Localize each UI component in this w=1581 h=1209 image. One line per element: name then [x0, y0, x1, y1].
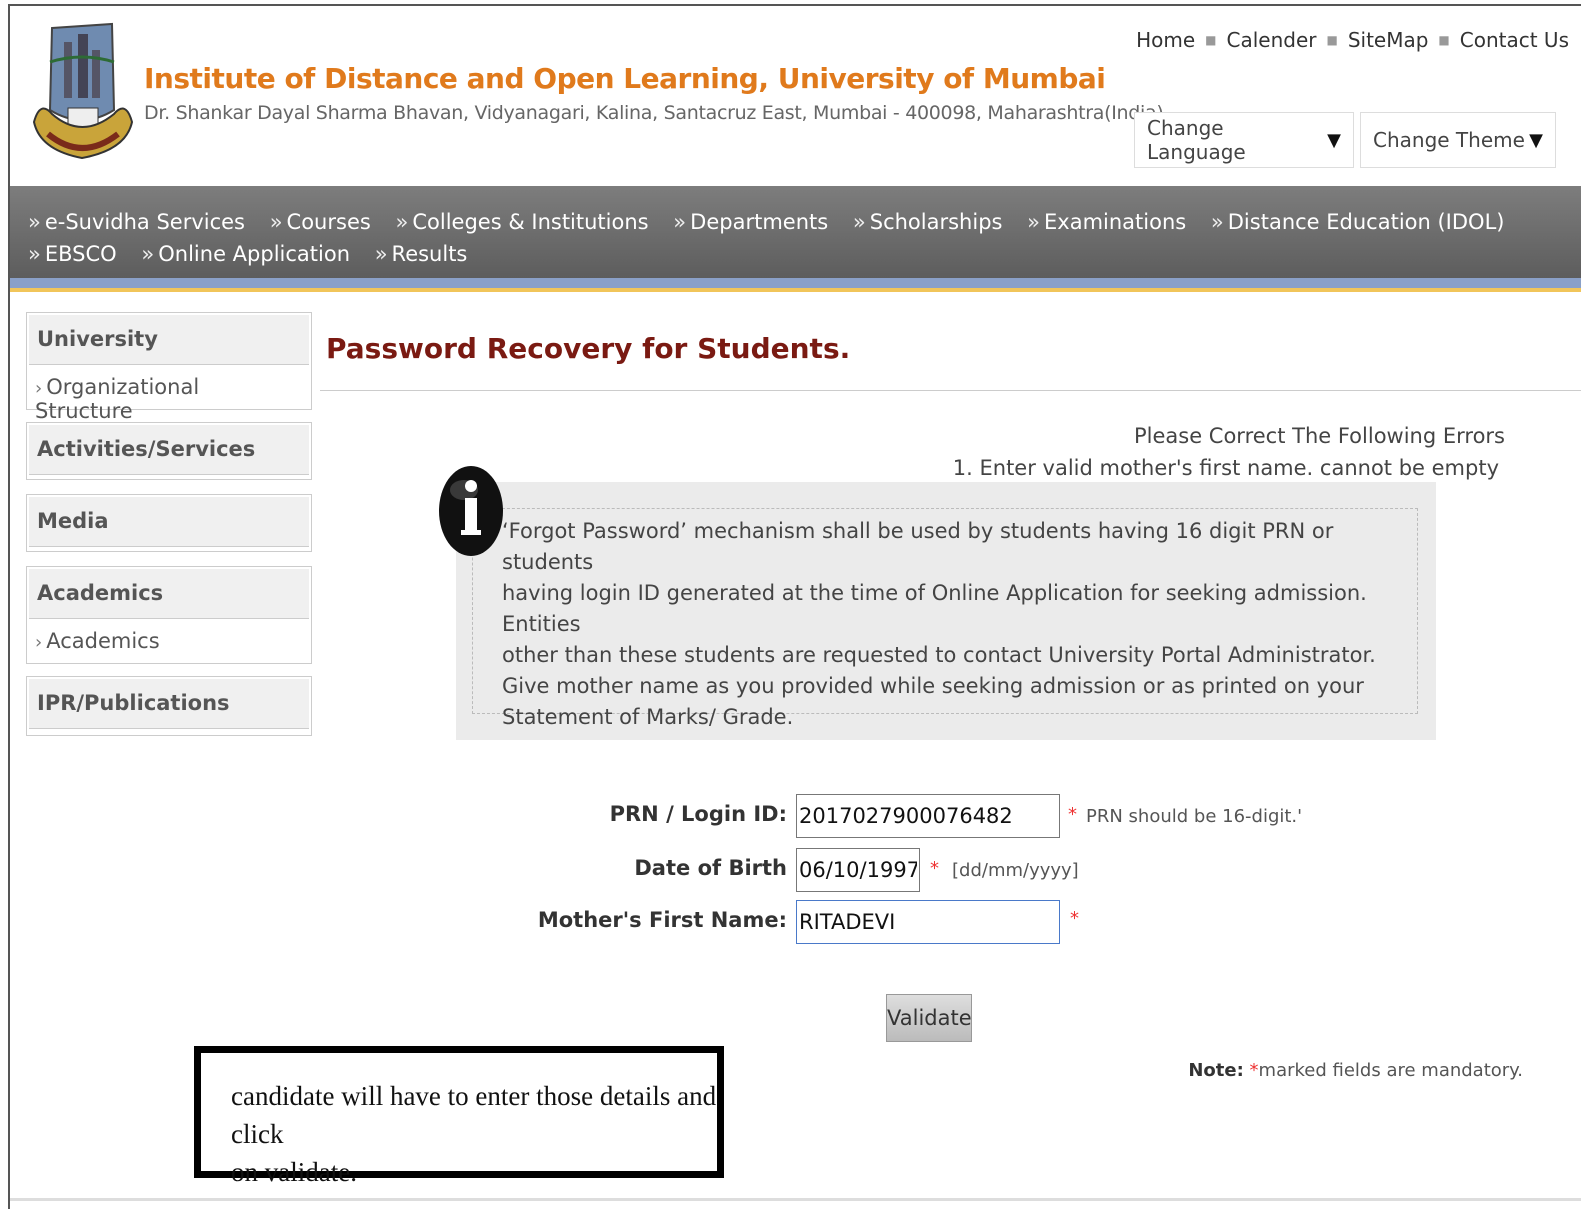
- prn-hint: PRN should be 16-digit.': [1086, 806, 1303, 827]
- prn-login-id-input[interactable]: [796, 794, 1060, 838]
- info-text: ‘Forgot Password’ mechanism shall be use…: [502, 516, 1382, 733]
- info-line: other than these students are requested …: [502, 643, 1376, 667]
- nav-accent-stripe: [10, 278, 1581, 288]
- nav-bullet-icon: »: [28, 242, 41, 266]
- nav-item-label: EBSCO: [44, 242, 117, 266]
- validate-button[interactable]: Validate: [886, 994, 972, 1042]
- nav-item-label: Colleges & Institutions: [412, 210, 649, 234]
- chevron-right-icon: ›: [35, 378, 43, 399]
- sidebar-section-university: University › Organizational Structure: [26, 312, 312, 423]
- separator-dot: ■: [1326, 33, 1338, 47]
- chevron-right-icon: ›: [35, 632, 43, 653]
- separator-dot: ■: [1438, 33, 1450, 47]
- change-language-select[interactable]: Change Language ▼: [1134, 112, 1354, 168]
- sidebar-heading[interactable]: IPR/Publications: [29, 679, 309, 729]
- nav-item-departments[interactable]: » Departments: [673, 206, 828, 238]
- nav-item-scholarships[interactable]: » Scholarships: [853, 206, 1003, 238]
- date-of-birth-input[interactable]: [796, 848, 920, 892]
- info-icon: [439, 466, 503, 556]
- nav-item-label: Scholarships: [869, 210, 1003, 234]
- nav-item-label: Departments: [690, 210, 829, 234]
- nav-bullet-icon: »: [374, 242, 388, 266]
- change-theme-select[interactable]: Change Theme ▼: [1360, 112, 1556, 168]
- top-link-home[interactable]: Home: [1136, 28, 1195, 52]
- top-link-contact-us[interactable]: Contact Us: [1460, 28, 1569, 52]
- sidebar-heading[interactable]: Media: [29, 497, 309, 547]
- required-marker: *: [930, 858, 939, 879]
- nav-bullet-icon: »: [28, 210, 41, 234]
- nav-item-ebsco[interactable]: » EBSCO: [28, 238, 117, 270]
- top-link-calender[interactable]: Calender: [1226, 28, 1316, 52]
- nav-item-label: Examinations: [1044, 210, 1187, 234]
- info-line: having login ID generated at the time of…: [502, 581, 1367, 636]
- separator-dot: ■: [1205, 33, 1217, 47]
- nav-item-distance-education[interactable]: » Distance Education (IDOL): [1211, 206, 1505, 238]
- required-marker: *: [1068, 804, 1077, 825]
- callout-line: on validate.: [231, 1157, 357, 1187]
- institute-address: Dr. Shankar Dayal Sharma Bhavan, Vidyana…: [144, 102, 1164, 124]
- nav-item-label: e-Suvidha Services: [44, 210, 245, 234]
- required-marker: *: [1070, 908, 1079, 929]
- error-item: 1. Enter valid mother's first name. cann…: [952, 456, 1499, 480]
- mandatory-note: Note: *marked fields are mandatory.: [1188, 1060, 1523, 1081]
- mother-name-label: Mother's First Name:: [537, 908, 787, 932]
- info-line: Statement of Marks/ Grade.: [502, 705, 794, 729]
- change-language-label: Change Language: [1147, 116, 1246, 164]
- nav-bullet-icon: »: [395, 210, 409, 234]
- sidebar-heading[interactable]: Activities/Services: [29, 425, 309, 475]
- nav-bullet-icon: »: [141, 242, 155, 266]
- prn-label: PRN / Login ID:: [609, 802, 787, 826]
- nav-bullet-icon: »: [673, 210, 687, 234]
- nav-bullet-icon: »: [1210, 210, 1224, 234]
- page-title: Password Recovery for Students.: [326, 332, 851, 365]
- sidebar-item-label: Organizational Structure: [35, 375, 200, 423]
- required-marker: *: [1249, 1060, 1259, 1081]
- nav-bullet-icon: »: [852, 210, 866, 234]
- nav-bullet-icon: »: [1027, 210, 1041, 234]
- nav-item-online-application[interactable]: » Online Application: [141, 238, 350, 270]
- sidebar-item-label: Academics: [46, 629, 160, 653]
- nav-accent-stripe: [10, 288, 1581, 292]
- sidebar-heading[interactable]: Academics: [29, 569, 309, 619]
- sidebar-section-ipr-publications: IPR/Publications: [26, 676, 312, 736]
- sidebar-item-organizational-structure[interactable]: › Organizational Structure: [27, 367, 311, 423]
- nav-item-results[interactable]: » Results: [375, 238, 468, 270]
- dropdown-arrow-icon: ▼: [1327, 129, 1341, 151]
- info-line: Give mother name as you provided while s…: [502, 674, 1364, 698]
- dob-format-hint: [dd/mm/yyyy]: [952, 860, 1079, 881]
- institute-title[interactable]: Institute of Distance and Open Learning,…: [144, 62, 1106, 95]
- error-heading: Please Correct The Following Errors: [1133, 424, 1505, 448]
- sidebar-section-media: Media: [26, 494, 312, 552]
- note-text: marked fields are mandatory.: [1258, 1060, 1523, 1081]
- top-links: Home ■ Calender ■ SiteMap ■ Contact Us: [1136, 28, 1569, 52]
- instruction-callout: candidate will have to enter those detai…: [194, 1046, 724, 1187]
- dropdown-arrow-icon: ▼: [1529, 129, 1543, 151]
- nav-item-label: Courses: [286, 210, 371, 234]
- footer-divider: [10, 1198, 1581, 1201]
- top-link-sitemap[interactable]: SiteMap: [1348, 28, 1429, 52]
- sidebar-item-academics[interactable]: › Academics: [27, 621, 311, 667]
- nav-item-courses[interactable]: » Courses: [270, 206, 371, 238]
- university-logo[interactable]: [30, 22, 134, 172]
- change-theme-label: Change Theme: [1373, 128, 1525, 152]
- callout-line: candidate will have to enter those detai…: [231, 1081, 717, 1149]
- nav-item-label: Results: [391, 242, 468, 266]
- nav-item-label: Distance Education (IDOL): [1227, 210, 1505, 234]
- dob-label: Date of Birth: [634, 856, 787, 880]
- info-panel: ‘Forgot Password’ mechanism shall be use…: [456, 482, 1436, 740]
- note-label: Note:: [1188, 1060, 1244, 1081]
- nav-item-e-suvidha[interactable]: » e-Suvidha Services: [28, 206, 245, 238]
- sidebar-heading[interactable]: University: [29, 315, 309, 365]
- nav-item-label: Online Application: [158, 242, 350, 266]
- nav-item-colleges[interactable]: » Colleges & Institutions: [396, 206, 649, 238]
- sidebar-section-academics: Academics › Academics: [26, 566, 312, 664]
- page-frame: Institute of Distance and Open Learning,…: [8, 4, 1581, 1209]
- nav-item-examinations[interactable]: » Examinations: [1027, 206, 1186, 238]
- info-line: ‘Forgot Password’ mechanism shall be use…: [502, 519, 1334, 574]
- nav-bullet-icon: »: [269, 210, 283, 234]
- main-nav: » e-Suvidha Services » Courses » Colleges &…: [10, 186, 1581, 278]
- title-divider: [320, 390, 1581, 391]
- sidebar-section-activities: Activities/Services: [26, 422, 312, 480]
- mother-first-name-input[interactable]: [796, 900, 1060, 944]
